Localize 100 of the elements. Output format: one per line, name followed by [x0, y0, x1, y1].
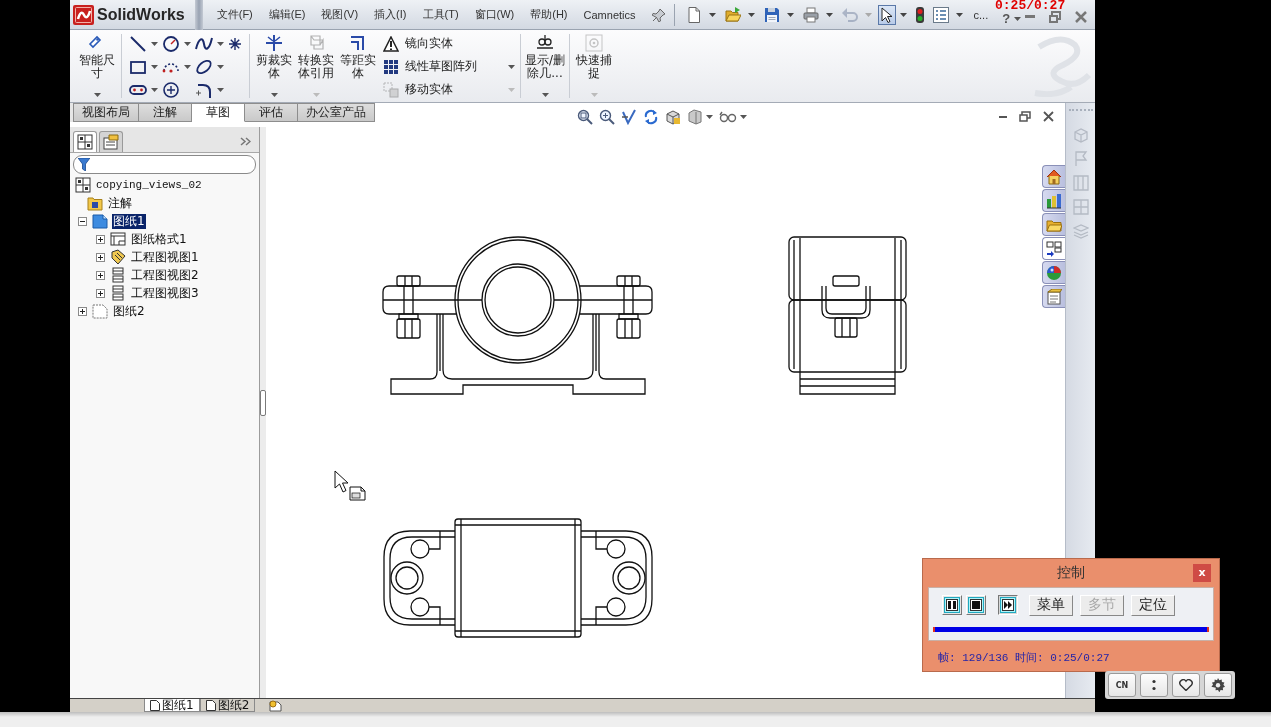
recording-timer: 0:25/0:27: [995, 0, 1066, 13]
plus-box-icon[interactable]: [96, 234, 105, 244]
ribbon-button[interactable]: 线性草图阵列: [383, 58, 477, 75]
command-tab[interactable]: 办公室产品: [298, 103, 375, 122]
caret-icon[interactable]: [217, 87, 224, 92]
glasses-icon[interactable]: [719, 111, 737, 123]
caret-icon[interactable]: [786, 12, 794, 17]
language-button[interactable]: CN: [1108, 673, 1136, 697]
heart-button[interactable]: [1172, 673, 1200, 697]
caret-icon[interactable]: [508, 64, 515, 69]
ellipse-icon[interactable]: [195, 57, 213, 76]
double-chevron-icon[interactable]: [240, 137, 251, 146]
add-sheet-icon[interactable]: [269, 699, 284, 712]
plus-box-icon[interactable]: [96, 288, 105, 298]
dots-button[interactable]: [1140, 673, 1168, 697]
caret-icon[interactable]: [825, 12, 833, 17]
command-tab[interactable]: 视图布局: [73, 103, 139, 122]
tree-item[interactable]: copying_views_02: [95, 177, 203, 193]
rotate-icon[interactable]: [643, 109, 659, 125]
filter-icon: [78, 158, 90, 171]
tree-item[interactable]: 工程图视图1: [130, 249, 200, 265]
caret-icon[interactable]: [184, 64, 191, 69]
check-mark-icon[interactable]: [621, 109, 637, 125]
menu-item[interactable]: 帮助(H): [522, 5, 576, 24]
task-pane-tab[interactable]: [1042, 237, 1065, 260]
menu-item[interactable]: 视图(V): [313, 5, 367, 24]
line-icon[interactable]: [129, 34, 147, 53]
pushpin-icon[interactable]: [651, 7, 666, 22]
help-button[interactable]: ?: [1002, 13, 1011, 25]
tree-item[interactable]: 工程图视图3: [130, 285, 200, 301]
overflow-label[interactable]: c...: [973, 8, 989, 21]
task-pane-tab[interactable]: [1042, 261, 1065, 284]
boxes-arrow-icon: [1046, 240, 1062, 257]
close-icon[interactable]: [1075, 10, 1087, 23]
splitter-handle[interactable]: [260, 390, 266, 416]
caret-icon[interactable]: [541, 93, 549, 97]
circle-plus-icon[interactable]: [162, 80, 180, 99]
plus-box-icon[interactable]: [96, 270, 105, 280]
stacked-boxes-icon: [110, 285, 126, 301]
caret-icon[interactable]: [706, 115, 713, 119]
zoom-fit-icon[interactable]: [577, 109, 593, 125]
cube-icon[interactable]: [665, 109, 681, 125]
restore-icon[interactable]: [1049, 10, 1061, 23]
menu-item[interactable]: 文件(F): [208, 5, 261, 24]
sheet-tab[interactable]: 图纸1: [144, 699, 200, 712]
caret-icon[interactable]: [217, 64, 224, 69]
caret-icon[interactable]: [899, 12, 907, 17]
gear-button[interactable]: [1204, 673, 1232, 697]
caret-icon[interactable]: [1014, 17, 1022, 21]
box-icon[interactable]: [687, 109, 703, 125]
restore-icon[interactable]: [1019, 111, 1031, 122]
caret-icon[interactable]: [270, 93, 278, 97]
close-icon[interactable]: [1043, 111, 1054, 122]
caret-icon[interactable]: [955, 12, 963, 17]
ribbon-button[interactable]: 显示/删除几...: [524, 34, 566, 80]
tree-item[interactable]: 注解: [107, 195, 133, 211]
ribbon-button[interactable]: 等距实体: [337, 34, 379, 80]
playback-button[interactable]: [998, 595, 1018, 615]
caret-icon[interactable]: [151, 87, 158, 92]
minus-box-icon[interactable]: [78, 216, 87, 226]
sheet-tab[interactable]: 图纸2: [199, 699, 256, 712]
plus-box-icon[interactable]: [96, 252, 105, 262]
logo-icon: [73, 4, 94, 25]
caret-icon[interactable]: [740, 115, 747, 119]
panel-tab[interactable]: [73, 131, 97, 152]
caret-icon[interactable]: [184, 41, 191, 46]
caret-icon[interactable]: [747, 12, 755, 17]
command-tab[interactable]: 草图: [192, 103, 245, 122]
ribbon-button[interactable]: 剪裁实体: [253, 34, 295, 80]
zoom-in-icon[interactable]: [599, 109, 615, 125]
plus-box-icon[interactable]: [78, 306, 87, 316]
tree-item[interactable]: 图纸格式1: [130, 231, 188, 247]
ribbon-button[interactable]: 智能尺寸: [76, 34, 118, 80]
caret-icon[interactable]: [151, 64, 158, 69]
caret-icon[interactable]: [93, 93, 101, 97]
menu-item[interactable]: 插入(I): [366, 5, 415, 24]
toolbar-button[interactable]: [877, 4, 896, 25]
caret-icon[interactable]: [151, 41, 158, 46]
ribbon-button[interactable]: 镜向实体: [383, 35, 453, 52]
panel-button[interactable]: 菜单: [1029, 594, 1073, 616]
panel-button[interactable]: 定位: [1131, 594, 1175, 616]
tree-item[interactable]: 图纸1: [112, 213, 146, 229]
task-pane-tab[interactable]: [1042, 165, 1065, 188]
tree-item[interactable]: 工程图视图2: [130, 267, 200, 283]
close-button[interactable]: x: [1193, 564, 1211, 582]
asterisk-icon[interactable]: [228, 36, 242, 51]
command-tab[interactable]: 注解: [139, 103, 192, 122]
menu-item[interactable]: 窗口(W): [466, 5, 523, 24]
command-tab[interactable]: 评估: [245, 103, 298, 122]
tree-item[interactable]: 图纸2: [112, 303, 146, 319]
circle-icon[interactable]: [162, 34, 180, 53]
caret-icon[interactable]: [708, 12, 716, 17]
minimize-icon[interactable]: [999, 115, 1007, 118]
menu-item[interactable]: 工具(T): [414, 5, 467, 24]
caret-icon[interactable]: [217, 41, 224, 46]
cube-outline-icon: [307, 34, 325, 52]
task-pane-tab[interactable]: [1042, 189, 1065, 212]
menu-item[interactable]: Camnetics: [575, 6, 644, 23]
menu-item[interactable]: 编辑(E): [260, 5, 314, 24]
filter-field[interactable]: [73, 155, 256, 174]
